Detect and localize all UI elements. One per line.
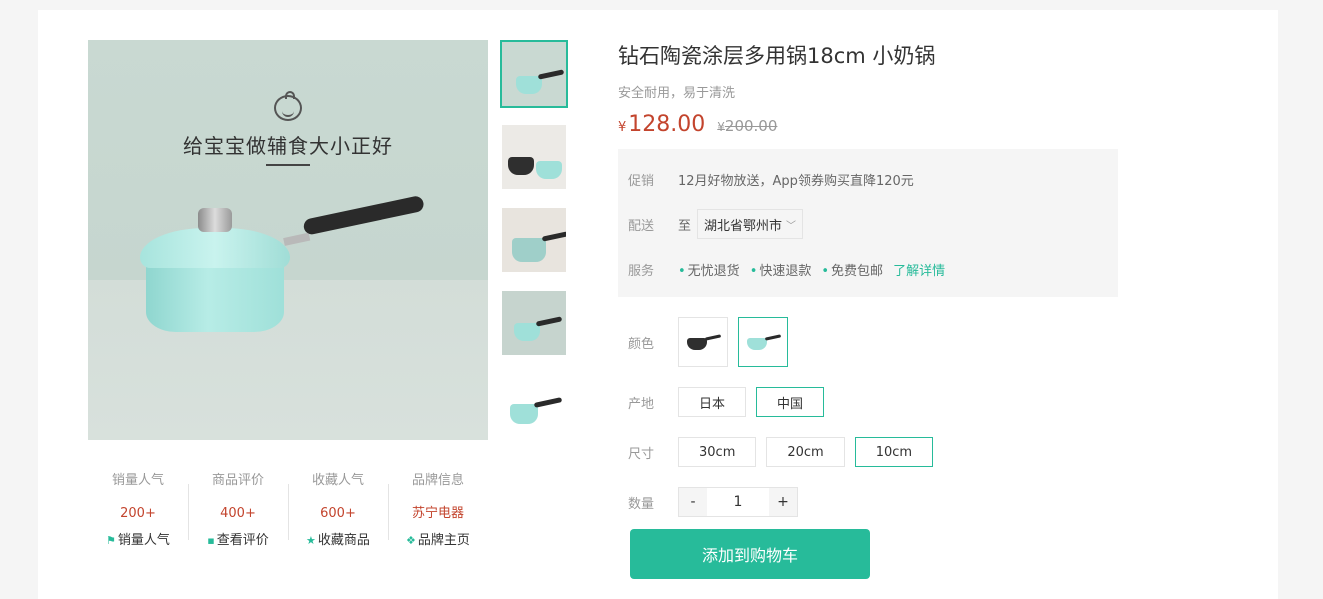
thumbnail-4[interactable] — [500, 289, 568, 357]
stat-link-label: 销量人气 — [117, 533, 170, 548]
stat-value: 400+ — [220, 506, 256, 521]
color-row: 颜色 — [628, 317, 798, 367]
stat-value: 200+ — [120, 506, 156, 521]
stat-favorites: 收藏人气 600+ ★ 收藏商品 — [288, 470, 388, 550]
stat-title: 品牌信息 — [411, 473, 464, 488]
current-price: ¥128.00 — [618, 112, 705, 137]
brand-icon: ❖ — [406, 534, 416, 547]
pot-lid — [140, 228, 290, 268]
stat-title: 商品评价 — [211, 473, 264, 488]
baby-face-icon — [274, 91, 302, 121]
address-value: 湖北省鄂州市 — [704, 218, 783, 234]
currency-symbol: ¥ — [717, 120, 725, 134]
star-icon: ★ — [306, 534, 316, 547]
color-label: 颜色 — [628, 336, 655, 352]
stat-sales: 销量人气 200+ ⚑ 销量人气 — [88, 470, 188, 550]
thumbnail-1[interactable] — [500, 40, 568, 108]
bullet-icon: • — [749, 263, 758, 279]
original-price: ¥200.00 — [717, 117, 777, 135]
comment-icon: ▪ — [207, 534, 215, 547]
product-subtitle: 安全耐用，易于清洗 — [618, 86, 736, 101]
stat-link-reviews[interactable]: ▪ 查看评价 — [188, 532, 288, 550]
shipping-label: 配送 — [628, 218, 655, 234]
service-item: • 无忧退货 — [678, 260, 740, 279]
pot-handle-swatch — [764, 334, 782, 341]
thumbnail-2[interactable] — [500, 123, 568, 191]
stat-link-sales[interactable]: ⚑ 销量人气 — [88, 532, 188, 550]
quantity-stepper: - 1 + — [678, 487, 798, 517]
stat-link-favorites[interactable]: ★ 收藏商品 — [288, 532, 388, 550]
service-item: • 快速退款 — [750, 260, 812, 279]
quantity-minus-button[interactable]: - — [679, 488, 707, 516]
pot-handle — [302, 194, 425, 236]
current-price-value: 128.00 — [628, 112, 706, 137]
shipping-to: 至 — [678, 218, 692, 234]
stat-link-label: 查看评价 — [216, 533, 269, 548]
thumbnail-list — [500, 40, 568, 455]
image-headline: 给宝宝做辅食大小正好 — [183, 134, 393, 158]
origin-option-china[interactable]: 中国 — [756, 387, 825, 417]
thumbnail-3[interactable] — [500, 206, 568, 274]
service-text: 快速退款 — [759, 263, 812, 279]
stat-title: 销量人气 — [111, 473, 164, 488]
quantity-row: 数量 - 1 + — [628, 487, 798, 517]
service-item: • 免费包邮 — [821, 260, 883, 279]
size-label: 尺寸 — [628, 446, 655, 462]
address-selector[interactable]: 湖北省鄂州市 ﹀ — [697, 209, 804, 239]
promo-row: 促销 12月好物放送，App领券购买直降120元 — [628, 164, 1108, 194]
mint-pot-swatch — [747, 338, 767, 350]
headline-divider — [266, 164, 310, 166]
promo-text: 12月好物放送，App领券购买直降120元 — [678, 173, 914, 189]
quantity-plus-button[interactable]: + — [769, 488, 797, 516]
origin-option-japan[interactable]: 日本 — [678, 387, 747, 417]
chevron-down-icon: ﹀ — [786, 220, 797, 232]
pot-handle-neck — [283, 232, 311, 246]
original-price-value: 200.00 — [724, 117, 778, 135]
pot-handle-swatch — [704, 334, 722, 341]
color-option-mint[interactable] — [738, 317, 788, 367]
stat-value: 苏宁电器 — [411, 506, 464, 521]
stat-link-label: 收藏商品 — [317, 533, 370, 548]
stat-value: 600+ — [320, 506, 356, 521]
stat-brand: 品牌信息 苏宁电器 ❖ 品牌主页 — [388, 470, 488, 550]
black-pot-swatch — [687, 338, 707, 350]
currency-symbol: ¥ — [618, 120, 627, 135]
origin-row: 产地 日本 中国 — [628, 387, 834, 417]
size-option-20cm[interactable]: 20cm — [766, 437, 845, 467]
service-text: 免费包邮 — [831, 263, 884, 279]
stat-title: 收藏人气 — [311, 473, 364, 488]
stat-link-label: 品牌主页 — [417, 533, 470, 548]
origin-label: 产地 — [628, 396, 655, 412]
product-stats: 销量人气 200+ ⚑ 销量人气 商品评价 400+ ▪ 查看评价 收藏人气 600… — [88, 470, 488, 550]
info-box: 促销 12月好物放送，App领券购买直降120元 配送 至 湖北省鄂州市 ﹀ 服… — [618, 149, 1118, 297]
pot-knob — [198, 208, 232, 232]
quantity-input[interactable]: 1 — [707, 494, 769, 510]
thumbnail-5[interactable] — [500, 372, 568, 440]
bullet-icon: • — [821, 263, 830, 279]
stat-reviews: 商品评价 400+ ▪ 查看评价 — [188, 470, 288, 550]
size-option-30cm[interactable]: 30cm — [678, 437, 757, 467]
quantity-label: 数量 — [628, 496, 655, 512]
bullet-icon: • — [678, 263, 686, 279]
shipping-row: 配送 至 湖北省鄂州市 ﹀ — [628, 209, 1108, 239]
add-to-cart-button[interactable]: 添加到购物车 — [630, 529, 870, 579]
service-text: 无忧退货 — [687, 263, 740, 279]
size-option-10cm[interactable]: 10cm — [854, 437, 934, 467]
price-row: ¥128.00 ¥200.00 — [618, 112, 777, 142]
main-product-image: 给宝宝做辅食大小正好 — [88, 40, 488, 440]
size-row: 尺寸 30cm 20cm 10cm — [628, 437, 943, 467]
flag-icon: ⚑ — [106, 534, 116, 547]
stat-link-brand[interactable]: ❖ 品牌主页 — [388, 532, 488, 550]
product-title: 钻石陶瓷涂层多用锅18cm 小奶锅 — [618, 44, 936, 68]
product-card: 给宝宝做辅食大小正好 销量人气 200+ ⚑ 销量人气 商品评价 400+ ▪ … — [38, 10, 1278, 599]
service-row: 服务 • 无忧退货 • 快速退款 • 免费包邮 了解详情 — [628, 254, 1108, 284]
service-details-link[interactable]: 了解详情 — [893, 260, 945, 279]
color-option-black[interactable] — [678, 317, 728, 367]
service-label: 服务 — [628, 263, 655, 279]
promo-label: 促销 — [628, 173, 655, 189]
